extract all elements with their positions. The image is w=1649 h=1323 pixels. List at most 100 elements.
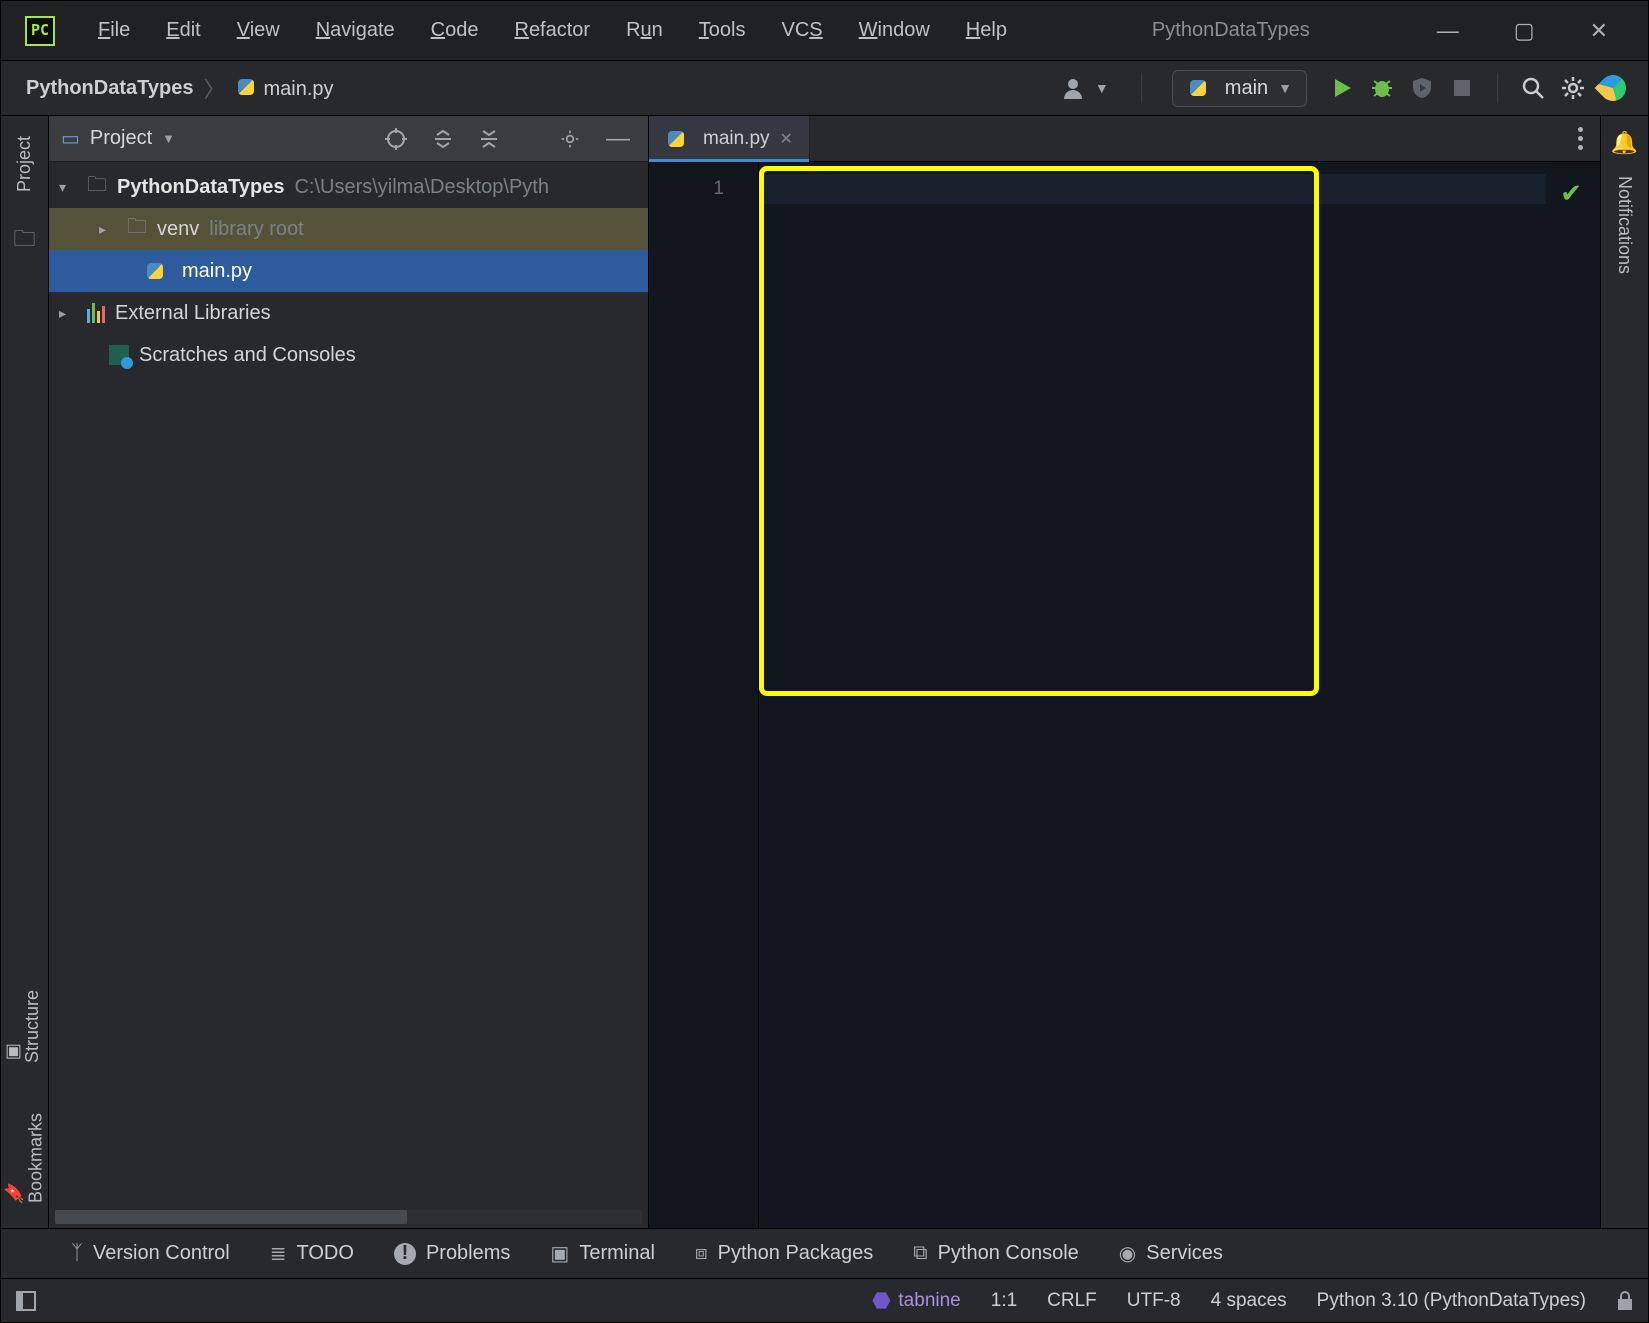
- menu-vcs[interactable]: VCS: [764, 19, 841, 42]
- folder-icon[interactable]: 🗀: [13, 222, 35, 260]
- hide-tool-button[interactable]: —: [600, 125, 636, 153]
- tabs-more-button[interactable]: [1560, 116, 1600, 161]
- tree-venv[interactable]: ▸ 🗀 venv library root: [49, 208, 648, 250]
- gear-icon: [560, 129, 580, 149]
- lock-icon: [1616, 1291, 1634, 1311]
- menu-refactor[interactable]: Refactor: [496, 19, 608, 42]
- select-opened-file-button[interactable]: [379, 128, 413, 150]
- current-line-highlight: [759, 174, 1546, 204]
- tool-settings-button[interactable]: [554, 129, 586, 149]
- vcs-label: Version Control: [93, 1242, 230, 1265]
- pycharm-icon: PC: [25, 16, 55, 46]
- menu-code[interactable]: Code: [413, 19, 497, 42]
- maximize-button[interactable]: ▢: [1514, 18, 1535, 44]
- tool-windows-toggle[interactable]: [15, 1290, 37, 1312]
- menu-run[interactable]: Run: [608, 19, 681, 42]
- tool-terminal[interactable]: ▣ Terminal: [550, 1241, 654, 1266]
- play-icon: [1331, 77, 1353, 99]
- status-line-separator[interactable]: CRLF: [1047, 1290, 1097, 1312]
- scratches-label: Scratches and Consoles: [139, 344, 356, 367]
- tool-notifications-tab[interactable]: Notifications: [1614, 166, 1635, 284]
- collapse-icon: [479, 129, 499, 149]
- python-file-icon: [665, 128, 687, 150]
- tool-python-packages[interactable]: ⧈Python Packages: [695, 1242, 873, 1265]
- target-icon: [385, 128, 407, 150]
- debug-button[interactable]: [1367, 76, 1397, 100]
- terminal-icon: ▣: [550, 1241, 569, 1266]
- main-content: Project 🗀 ▣Structure 🔖Bookmarks ▭ Projec…: [1, 116, 1648, 1228]
- external-libraries-label: External Libraries: [115, 302, 271, 325]
- breadcrumb-file[interactable]: main.py: [235, 76, 333, 101]
- breadcrumb-root[interactable]: PythonDataTypes: [26, 77, 193, 100]
- settings-button[interactable]: [1558, 76, 1588, 100]
- chevron-right-icon: 〉: [203, 72, 225, 104]
- chevron-down-icon: ▾: [59, 179, 77, 196]
- menu-navigate[interactable]: Navigate: [298, 19, 413, 42]
- tree-project-root[interactable]: ▾ 🗀 PythonDataTypes C:\Users\yilma\Deskt…: [49, 166, 648, 208]
- tool-project-tab[interactable]: Project: [14, 126, 35, 202]
- menu-edit[interactable]: Edit: [148, 19, 218, 42]
- menu-tools[interactable]: Tools: [681, 19, 764, 42]
- code-body[interactable]: [759, 162, 1600, 1228]
- status-caret-position[interactable]: 1:1: [991, 1290, 1017, 1312]
- project-view-selector[interactable]: ▭ Project ▼: [61, 126, 175, 151]
- run-configuration-selector[interactable]: main ▼: [1172, 70, 1307, 107]
- close-button[interactable]: ✕: [1590, 18, 1608, 44]
- project-header-label: Project: [90, 127, 152, 150]
- breadcrumb-file-label: main.py: [263, 78, 333, 100]
- status-indent[interactable]: 4 spaces: [1211, 1290, 1287, 1312]
- pypkg-label: Python Packages: [718, 1242, 874, 1265]
- menu-help[interactable]: Help: [948, 19, 1025, 42]
- notifications-bell-icon[interactable]: 🔔: [1611, 130, 1638, 156]
- project-tree[interactable]: ▾ 🗀 PythonDataTypes C:\Users\yilma\Deskt…: [49, 162, 648, 1210]
- separator: [529, 124, 530, 154]
- inspection-ok-icon[interactable]: ✔: [1560, 178, 1582, 209]
- status-interpreter[interactable]: Python 3.10 (PythonDataTypes): [1317, 1290, 1586, 1312]
- stop-button[interactable]: [1447, 78, 1477, 98]
- tree-main-file[interactable]: main.py: [49, 250, 648, 292]
- close-tab-icon[interactable]: ✕: [780, 129, 793, 149]
- minimize-button[interactable]: —: [1437, 18, 1459, 44]
- run-button[interactable]: [1327, 77, 1357, 99]
- services-label: Services: [1146, 1242, 1223, 1265]
- project-header: ▭ Project ▼ —: [49, 116, 648, 162]
- list-icon: ≣: [270, 1241, 287, 1266]
- venv-hint: library root: [209, 218, 303, 241]
- code-with-me-button[interactable]: ▼: [1051, 77, 1121, 99]
- status-tabnine[interactable]: tabnine: [872, 1290, 960, 1312]
- collapse-all-button[interactable]: [473, 129, 505, 149]
- tool-problems[interactable]: !Problems: [394, 1242, 510, 1265]
- status-readonly-toggle[interactable]: [1616, 1291, 1634, 1311]
- search-everywhere-button[interactable]: [1518, 76, 1548, 100]
- python-icon: [1187, 77, 1209, 99]
- code-editor[interactable]: 1 ✔: [649, 162, 1600, 1228]
- tool-services[interactable]: ◉ Services: [1119, 1241, 1223, 1266]
- line-number-1: 1: [649, 178, 724, 200]
- tool-structure-tab[interactable]: ▣Structure: [5, 980, 43, 1073]
- jetbrains-toolbox-button[interactable]: [1598, 75, 1628, 101]
- tool-bookmarks-tab[interactable]: 🔖Bookmarks: [3, 1103, 46, 1213]
- terminal-label: Terminal: [579, 1242, 655, 1265]
- menu-file[interactable]: File: [80, 19, 148, 42]
- editor-tab-main[interactable]: main.py ✕: [649, 116, 810, 161]
- main-menu: File Edit View Navigate Code Refactor Ru…: [80, 19, 1025, 42]
- project-root-name: PythonDataTypes: [117, 176, 284, 199]
- shield-play-icon: [1410, 76, 1434, 100]
- menu-view[interactable]: View: [219, 19, 298, 42]
- tool-version-control[interactable]: ᛉVersion Control: [71, 1242, 230, 1265]
- bug-icon: [1370, 76, 1394, 100]
- editor-area: main.py ✕ 1 ✔: [649, 116, 1600, 1228]
- scratches-icon: [109, 345, 129, 365]
- menu-window[interactable]: Window: [841, 19, 948, 42]
- run-with-coverage-button[interactable]: [1407, 76, 1437, 100]
- tree-scratches[interactable]: Scratches and Consoles: [49, 334, 648, 376]
- horizontal-scrollbar[interactable]: [55, 1210, 642, 1224]
- status-encoding[interactable]: UTF-8: [1127, 1290, 1181, 1312]
- left-tool-strip: Project 🗀 ▣Structure 🔖Bookmarks: [1, 116, 49, 1228]
- services-icon: ◉: [1119, 1241, 1136, 1266]
- tree-external-libraries[interactable]: ▸ External Libraries: [49, 292, 648, 334]
- tool-python-console[interactable]: ⧉Python Console: [913, 1242, 1078, 1265]
- expand-all-button[interactable]: [427, 129, 459, 149]
- caret: [759, 176, 761, 202]
- tool-todo[interactable]: ≣TODO: [270, 1241, 354, 1266]
